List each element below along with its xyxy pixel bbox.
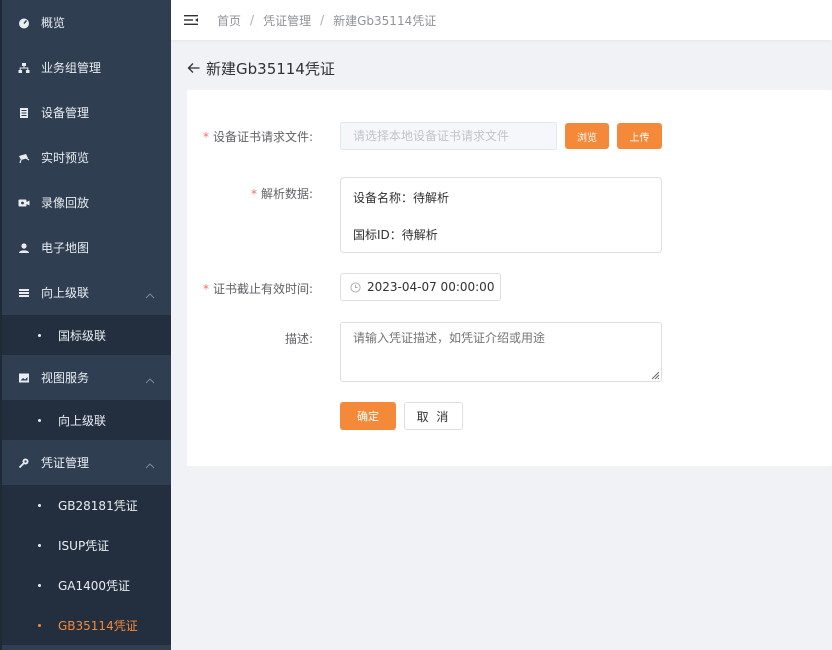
camera-icon	[18, 152, 30, 164]
sidebar-item-playback[interactable]: 录像回放	[0, 180, 171, 225]
resize-grip-icon[interactable]	[649, 369, 660, 380]
sidebar-subitem-label: ISUP凭证	[58, 538, 110, 553]
sidebar-item-credentials[interactable]: 凭证管理	[0, 440, 171, 485]
sidebar-item-label: 录像回放	[41, 196, 90, 210]
confirm-button[interactable]: 确定	[340, 402, 396, 430]
sidebar-item-gb28181[interactable]: GB28181凭证	[0, 485, 171, 525]
sidebar-item-live[interactable]: 实时预览	[0, 135, 171, 180]
desc-label: 描述:	[284, 332, 313, 346]
sidebar-item-business-group[interactable]: 业务组管理	[0, 45, 171, 90]
org-icon	[18, 62, 30, 74]
file-path-input[interactable]: 请选择本地设备证书请求文件	[340, 122, 557, 150]
sidebar-item-cascade[interactable]: 向上级联	[0, 270, 171, 315]
sidebar-item-map[interactable]: 电子地图	[0, 225, 171, 270]
expire-label: * 证书截止有效时间:	[202, 282, 313, 296]
sidebar-subitem-label: GA1400凭证	[58, 578, 131, 593]
sidebar-subitem-label: GB28181凭证	[58, 498, 138, 513]
parse-result-box: 设备名称：待解析 国标ID：待解析	[340, 177, 662, 253]
chevron-up-icon	[145, 289, 155, 298]
sidebar-item-label: 设备管理	[41, 106, 90, 120]
sidebar-subitem-label: 向上级联	[58, 413, 107, 428]
parse-label: * 解析数据:	[250, 187, 313, 201]
video-icon	[18, 197, 30, 209]
gb-id-row: 国标ID：待解析	[353, 228, 438, 242]
device-name-row: 设备名称：待解析	[353, 191, 450, 205]
sidebar-item-ga1400[interactable]: GA1400凭证	[0, 565, 171, 605]
bullet-dot-icon	[38, 584, 41, 587]
clock-icon	[350, 281, 361, 293]
sidebar-item-view-service[interactable]: 视图服务	[0, 355, 171, 400]
chevron-up-icon	[145, 374, 155, 383]
sidebar-item-label: 业务组管理	[41, 61, 102, 75]
submenu-cascade: 国标级联	[0, 315, 171, 355]
cascade-icon	[18, 287, 30, 299]
breadcrumb-separator: /	[250, 13, 255, 27]
key-icon	[18, 457, 30, 469]
sidebar-item-label: 凭证管理	[41, 456, 90, 470]
map-pin-icon	[18, 242, 30, 254]
sidebar-item-isup[interactable]: ISUP凭证	[0, 525, 171, 565]
sidebar-item-device[interactable]: 设备管理	[0, 90, 171, 135]
sidebar-item-gb-cascade[interactable]: 国标级联	[0, 315, 171, 355]
dashboard-icon	[18, 17, 30, 29]
required-mark: *	[250, 187, 257, 201]
bullet-dot-icon	[38, 504, 41, 507]
sidebar-item-label: 概览	[41, 16, 66, 30]
page-title: 新建Gb35114凭证	[206, 59, 335, 78]
description-textarea[interactable]	[340, 322, 662, 382]
back-arrow-icon[interactable]	[187, 62, 200, 74]
page-header: 新建Gb35114凭证	[187, 57, 335, 79]
bullet-dot-icon	[38, 624, 41, 627]
device-icon	[18, 107, 30, 119]
image-icon	[18, 372, 30, 384]
sidebar-item-gb35114[interactable]: GB35114凭证	[0, 605, 171, 645]
sidebar-item-label: 电子地图	[41, 241, 90, 255]
bullet-dot-icon	[38, 544, 41, 547]
breadcrumb-home[interactable]: 首页	[217, 12, 241, 29]
required-mark: *	[202, 282, 209, 296]
sidebar-subitem-label: 国标级联	[58, 328, 107, 343]
top-header: 首页 / 凭证管理 / 新建Gb35114凭证	[171, 0, 832, 40]
breadcrumb-current: 新建Gb35114凭证	[333, 13, 437, 28]
expire-date-picker[interactable]: 2023-04-07 00:00:00	[340, 273, 501, 301]
bullet-dot-icon	[38, 334, 41, 337]
upload-button[interactable]: 上传	[617, 123, 662, 149]
submenu-view-service: 向上级联	[0, 400, 171, 440]
breadcrumb-separator: /	[320, 13, 325, 27]
sidebar-item-label: 视图服务	[41, 371, 90, 385]
sidebar-item-label: 向上级联	[41, 286, 90, 300]
sidebar-item-label: 实时预览	[41, 151, 90, 165]
breadcrumb-credentials[interactable]: 凭证管理	[263, 12, 311, 29]
submenu-credentials: GB28181凭证 ISUP凭证 GA1400凭证 GB35114凭证	[0, 485, 171, 645]
chevron-up-icon	[145, 459, 155, 468]
sidebar: 概览 业务组管理 设备管理 实时预览 录像回放 电子地图 向上级联 国标级联 视…	[0, 0, 171, 650]
sidebar-item-overview[interactable]: 概览	[0, 0, 171, 45]
bullet-dot-icon	[38, 419, 41, 422]
menu-toggle-icon[interactable]	[184, 14, 198, 26]
file-label: * 设备证书请求文件:	[202, 130, 313, 144]
browse-button[interactable]: 浏览	[565, 123, 609, 149]
sidebar-item-upper-cascade[interactable]: 向上级联	[0, 400, 171, 440]
sidebar-edge	[0, 0, 2, 650]
required-mark: *	[202, 130, 209, 144]
sidebar-subitem-label: GB35114凭证	[58, 618, 138, 633]
cancel-button[interactable]: 取 消	[404, 402, 463, 430]
expire-date-value: 2023-04-07 00:00:00	[367, 280, 495, 294]
